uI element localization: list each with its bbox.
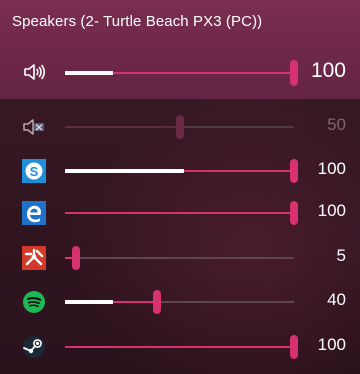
app-volume-value: 100 — [317, 201, 346, 220]
app-row-red-app: 5 — [0, 238, 360, 278]
app-volume-slider[interactable] — [65, 346, 294, 348]
app-volume-thumb[interactable] — [72, 246, 80, 270]
app-volume-value: 5 — [336, 246, 346, 265]
master-volume-row: 100 — [0, 52, 360, 92]
master-volume-thumb[interactable] — [290, 60, 298, 86]
device-title[interactable]: Speakers (2- Turtle Beach PX3 (PC)) — [12, 13, 262, 30]
app-volume-slider[interactable] — [65, 257, 294, 259]
spotify-icon[interactable] — [22, 290, 46, 314]
app-peak-meter — [65, 169, 184, 173]
app-row-spotify: 40 — [0, 282, 360, 322]
app-volume-value: 40 — [327, 290, 346, 309]
app-red-icon[interactable] — [22, 246, 46, 270]
app-row-edge: 100 — [0, 193, 360, 233]
app-volume-fill — [65, 346, 294, 348]
app-volume-thumb[interactable] — [176, 115, 184, 139]
master-volume-value: 100 — [310, 59, 346, 82]
system-sounds-muted-icon[interactable] — [22, 115, 46, 139]
app-volume-value: 100 — [317, 159, 346, 178]
app-volume-fill — [65, 126, 180, 128]
app-peak-meter — [65, 300, 113, 304]
app-volume-fill — [65, 212, 294, 214]
app-volume-value: 100 — [317, 335, 346, 354]
app-volume-thumb[interactable] — [153, 290, 161, 314]
app-row-skype: S 100 — [0, 151, 360, 191]
app-row-steam: 100 — [0, 327, 360, 367]
app-volume-thumb[interactable] — [290, 159, 298, 183]
skype-icon[interactable]: S — [22, 159, 46, 183]
steam-icon[interactable] — [22, 335, 46, 359]
speaker-icon[interactable] — [22, 60, 46, 84]
master-peak-meter — [65, 71, 113, 75]
app-volume-slider[interactable] — [65, 300, 294, 304]
app-volume-slider[interactable] — [65, 169, 294, 173]
volume-mixer-flyout: Speakers (2- Turtle Beach PX3 (PC)) 100 — [0, 0, 360, 374]
master-volume-slider[interactable] — [65, 71, 294, 75]
app-volume-slider[interactable] — [65, 212, 294, 214]
app-volume-thumb[interactable] — [290, 201, 298, 225]
svg-text:S: S — [30, 164, 39, 179]
app-row-system-sounds: 50 — [0, 107, 360, 147]
app-volume-thumb[interactable] — [290, 335, 298, 359]
app-volume-value: 50 — [327, 115, 346, 134]
edge-icon[interactable] — [22, 201, 46, 225]
